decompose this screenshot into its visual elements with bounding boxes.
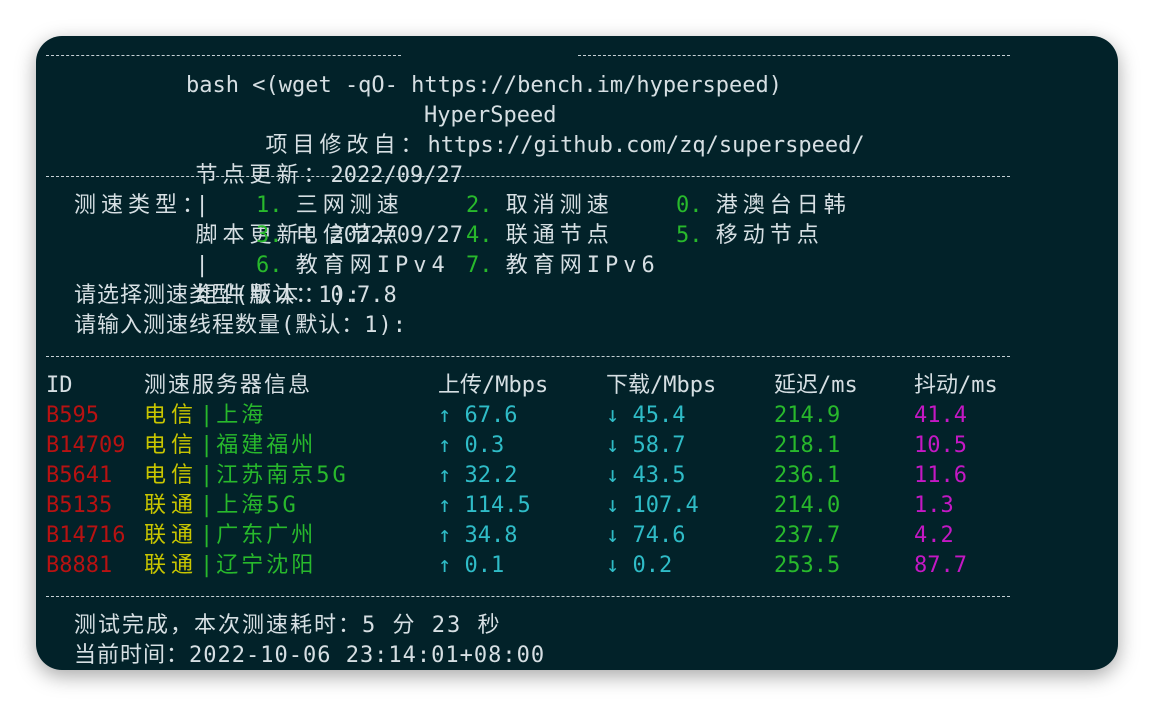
row-upload: ↑ 34.8 [438, 523, 518, 548]
row-location: |上海 [200, 403, 267, 428]
row-jitter: 4.2 [914, 523, 954, 548]
row-id: B8881 [46, 553, 113, 578]
row-isp: 联通 [144, 523, 199, 548]
source-url: https://github.com/zq/superspeed/ [427, 133, 865, 158]
row-isp: 电信 [144, 463, 199, 488]
row-location: |上海5G [200, 493, 299, 518]
menu-type-label: 测速类型： [74, 193, 210, 218]
row-latency: 218.1 [774, 433, 841, 458]
row-isp: 联通 [144, 493, 199, 518]
row-isp: 电信 [144, 433, 199, 458]
row-download: ↓ 0.2 [606, 553, 673, 578]
terminal-output: HyperSpeed bash <(wget -qO- https://benc… [46, 36, 1118, 670]
col-header-latency: 延迟/ms [774, 373, 858, 398]
row-location: |江苏南京5G [200, 463, 349, 488]
row-jitter: 11.6 [914, 463, 967, 488]
menu-option-0: 0. 港澳台日韩 [676, 193, 851, 218]
finish-line: 测试完成，本次测速耗时：5 分 23 秒 [74, 613, 502, 638]
separator: | [195, 253, 209, 278]
divider [46, 356, 1010, 357]
col-header-download: 下载/Mbps [606, 373, 717, 398]
source-line: 项目修改自：https://github.com/zq/superspeed/ [186, 101, 864, 158]
col-header-server: 测速服务器信息 [144, 373, 313, 398]
menu-option-2: 2. 取消测速 [466, 193, 614, 218]
row-jitter: 87.7 [914, 553, 967, 578]
menu-option-1: 1. 三网测速 [256, 193, 404, 218]
menu-option-6: 6. 教育网IPv4 [256, 253, 450, 278]
row-latency: 214.0 [774, 493, 841, 518]
row-download: ↓ 107.4 [606, 493, 699, 518]
divider [46, 176, 1010, 177]
row-id: B14709 [46, 433, 126, 458]
prompt-threads: 请输入测速线程数量(默认：1): [74, 313, 407, 338]
command-line: bash <(wget -qO- https://bench.im/hypers… [186, 73, 783, 98]
title-line: HyperSpeed [46, 41, 1010, 128]
row-upload: ↑ 0.1 [438, 553, 505, 578]
menu-option-4: 4. 联通节点 [466, 223, 614, 248]
row-id: B5135 [46, 493, 113, 518]
row-download: ↓ 45.4 [606, 403, 686, 428]
row-location: |辽宁沈阳 [200, 553, 317, 578]
menu-option-7: 7. 教育网IPv6 [466, 253, 660, 278]
divider [46, 596, 1010, 597]
row-id: B14716 [46, 523, 126, 548]
row-jitter: 1.3 [914, 493, 954, 518]
version-line: 节点更新：2022/09/27 | 脚本更新：2022/09/27 | 组件版本… [116, 131, 462, 308]
row-isp: 联通 [144, 553, 199, 578]
terminal-window[interactable]: HyperSpeed bash <(wget -qO- https://benc… [36, 36, 1118, 670]
row-download: ↓ 74.6 [606, 523, 686, 548]
menu-option-3: 3. 电信节点 [256, 223, 404, 248]
col-header-jitter: 抖动/ms [914, 373, 998, 398]
row-upload: ↑ 114.5 [438, 493, 531, 518]
col-header-id: ID [46, 373, 73, 398]
current-time-line: 当前时间：2022-10-06 23:14:01+08:00 [74, 643, 546, 668]
row-download: ↓ 58.7 [606, 433, 686, 458]
row-upload: ↑ 32.2 [438, 463, 518, 488]
row-upload: ↑ 67.6 [438, 403, 518, 428]
row-latency: 253.5 [774, 553, 841, 578]
row-id: B595 [46, 403, 99, 428]
row-jitter: 10.5 [914, 433, 967, 458]
row-upload: ↑ 0.3 [438, 433, 505, 458]
row-location: |福建福州 [200, 433, 317, 458]
row-latency: 236.1 [774, 463, 841, 488]
menu-option-5: 5. 移动节点 [676, 223, 824, 248]
row-jitter: 41.4 [914, 403, 967, 428]
col-header-upload: 上传/Mbps [438, 373, 549, 398]
row-download: ↓ 43.5 [606, 463, 686, 488]
row-location: |广东广州 [200, 523, 317, 548]
prompt-type: 请选择测速类型(默认：1): [74, 283, 361, 308]
row-latency: 214.9 [774, 403, 841, 428]
row-latency: 237.7 [774, 523, 841, 548]
row-id: B5641 [46, 463, 113, 488]
row-isp: 电信 [144, 403, 199, 428]
